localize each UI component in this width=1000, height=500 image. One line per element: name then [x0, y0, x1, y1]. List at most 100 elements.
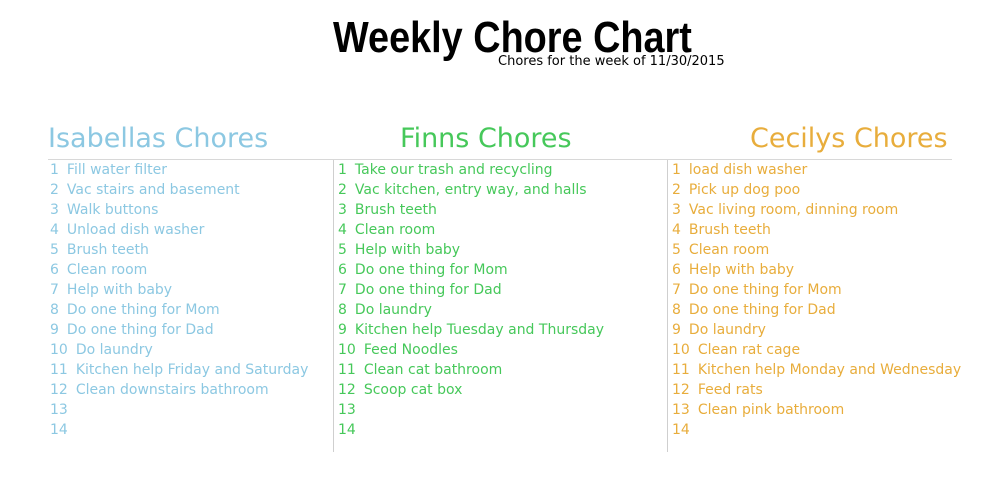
chore-number: 2 [338, 182, 347, 198]
chore-text: Vac kitchen, entry way, and halls [354, 182, 587, 198]
column-divider [667, 160, 668, 452]
chore-item: 9 Kitchen help Tuesday and Thursday [338, 320, 604, 340]
chore-text: Do one thing for Dad [688, 302, 836, 318]
chore-number: 8 [672, 302, 681, 318]
chore-text: Scoop cat box [363, 382, 463, 398]
chore-text: Clean rat cage [697, 342, 801, 358]
chore-text: Do laundry [688, 322, 766, 338]
chore-number: 8 [338, 302, 347, 318]
chore-number: 14 [338, 422, 356, 438]
chore-number: 12 [50, 382, 68, 398]
chore-number: 12 [672, 382, 690, 398]
chore-item: 7 Do one thing for Mom [672, 280, 961, 300]
column-heading-finn: Finns Chores [400, 123, 572, 154]
chore-text: Do one thing for Mom [688, 282, 842, 298]
chore-number: 14 [672, 422, 690, 438]
chore-item: 5 Clean room [672, 240, 961, 260]
chore-number: 7 [338, 282, 347, 298]
chore-item: 13 Clean pink bathroom [672, 400, 961, 420]
column-divider [333, 160, 334, 452]
chore-item: 12 Scoop cat box [338, 380, 604, 400]
chore-number: 1 [672, 162, 681, 178]
chore-text: Feed rats [697, 382, 763, 398]
chore-number: 6 [672, 262, 681, 278]
chore-text: Clean cat bathroom [363, 362, 503, 378]
chore-text: Help with baby [66, 282, 173, 298]
chore-number: 13 [672, 402, 690, 418]
chore-item: 3 Vac living room, dinning room [672, 200, 961, 220]
chore-text: Brush teeth [66, 242, 149, 258]
chore-text: Unload dish washer [66, 222, 205, 238]
chore-item: 13 [338, 400, 604, 420]
chore-list-finn: 1 Take our trash and recycling 2 Vac kitche… [338, 160, 604, 440]
chore-item: 14 [672, 420, 961, 440]
chore-number: 14 [50, 422, 68, 438]
chore-text: Help with baby [354, 242, 461, 258]
chore-item: 4 Clean room [338, 220, 604, 240]
chore-text: Help with baby [688, 262, 795, 278]
chore-item: 3 Walk buttons [50, 200, 308, 220]
chore-item: 4 Brush teeth [672, 220, 961, 240]
chore-item: 6 Clean room [50, 260, 308, 280]
chore-item: 2 Pick up dog poo [672, 180, 961, 200]
chore-number: 1 [338, 162, 347, 178]
chore-number: 13 [50, 402, 68, 418]
chore-number: 1 [50, 162, 59, 178]
chore-number: 5 [672, 242, 681, 258]
chore-item: 10 Do laundry [50, 340, 308, 360]
chore-text: Pick up dog poo [688, 182, 801, 198]
chore-item: 4 Unload dish washer [50, 220, 308, 240]
chore-text: Vac stairs and basement [66, 182, 240, 198]
chore-item: 6 Do one thing for Mom [338, 260, 604, 280]
chore-text: Clean room [66, 262, 148, 278]
chore-number: 3 [50, 202, 59, 218]
chore-number: 6 [50, 262, 59, 278]
chore-text: Clean downstairs bathroom [75, 382, 269, 398]
chore-number: 3 [338, 202, 347, 218]
chore-number: 9 [672, 322, 681, 338]
chore-item: 10 Clean rat cage [672, 340, 961, 360]
chore-item: 5 Help with baby [338, 240, 604, 260]
chore-number: 4 [50, 222, 59, 238]
chore-number: 10 [672, 342, 690, 358]
chore-text: Kitchen help Monday and Wednesday [697, 362, 962, 378]
chore-item: 2 Vac kitchen, entry way, and halls [338, 180, 604, 200]
chore-number: 10 [338, 342, 356, 358]
chore-item: 8 Do one thing for Dad [672, 300, 961, 320]
chore-text: Do one thing for Mom [354, 262, 508, 278]
chore-item: 11 Kitchen help Friday and Saturday [50, 360, 308, 380]
chore-item: 7 Do one thing for Dad [338, 280, 604, 300]
chore-item: 1 Fill water filter [50, 160, 308, 180]
chore-number: 5 [50, 242, 59, 258]
chore-number: 11 [50, 362, 68, 378]
chore-number: 3 [672, 202, 681, 218]
chore-number: 2 [672, 182, 681, 198]
chore-list-isabella: 1 Fill water filter 2 Vac stairs and baseme… [50, 160, 308, 440]
chore-number: 9 [50, 322, 59, 338]
chore-text: Vac living room, dinning room [688, 202, 899, 218]
chore-text: Walk buttons [66, 202, 159, 218]
chore-number: 11 [338, 362, 356, 378]
chore-number: 9 [338, 322, 347, 338]
chore-number: 5 [338, 242, 347, 258]
chore-item: 5 Brush teeth [50, 240, 308, 260]
chore-item: 14 [338, 420, 604, 440]
chore-text: Kitchen help Tuesday and Thursday [354, 322, 604, 338]
chore-item: 11 Clean cat bathroom [338, 360, 604, 380]
chore-text: Clean pink bathroom [697, 402, 845, 418]
chore-text: Kitchen help Friday and Saturday [75, 362, 309, 378]
column-heading-isabella: Isabellas Chores [48, 123, 269, 154]
chore-item: 9 Do one thing for Dad [50, 320, 308, 340]
chore-item: 11 Kitchen help Monday and Wednesday [672, 360, 961, 380]
chore-item: 6 Help with baby [672, 260, 961, 280]
chore-text: Do laundry [75, 342, 153, 358]
chore-text: Brush teeth [688, 222, 771, 238]
chore-text: Do one thing for Mom [66, 302, 220, 318]
chore-item: 8 Do one thing for Mom [50, 300, 308, 320]
chore-number: 6 [338, 262, 347, 278]
chore-number: 12 [338, 382, 356, 398]
chore-item: 2 Vac stairs and basement [50, 180, 308, 200]
chore-number: 7 [50, 282, 59, 298]
chore-number: 2 [50, 182, 59, 198]
chore-item: 9 Do laundry [672, 320, 961, 340]
